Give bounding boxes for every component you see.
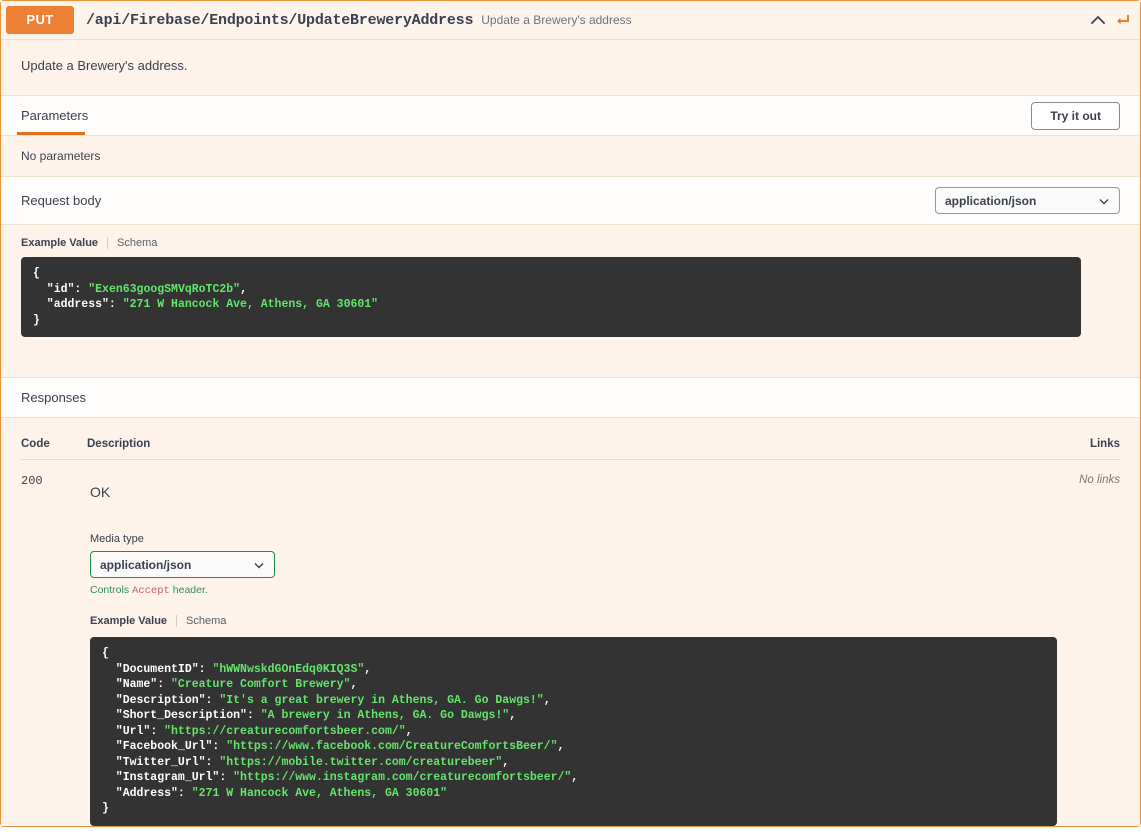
media-type-label: Media type <box>90 533 1060 545</box>
opblock-controls <box>1090 12 1130 28</box>
response-example-tabs: Example Value Schema <box>90 615 1060 627</box>
try-it-out-button[interactable]: Try it out <box>1031 102 1120 130</box>
tab-schema[interactable]: Schema <box>177 615 226 627</box>
accept-code: Accept <box>132 585 170 597</box>
column-header-links: Links <box>1060 438 1120 450</box>
parameters-tab-label[interactable]: Parameters <box>21 108 88 123</box>
opblock-summary[interactable]: PUT /api/Firebase/Endpoints/UpdateBrewer… <box>1 1 1140 40</box>
opblock-put-updatebreweryaddress: PUT /api/Firebase/Endpoints/UpdateBrewer… <box>0 0 1141 827</box>
accept-header-note: Controls Accept header. <box>90 584 1060 597</box>
endpoint-summary: Update a Brewery's address <box>481 13 1090 27</box>
request-body-label: Request body <box>21 193 101 208</box>
deep-link-arrow-icon[interactable] <box>1114 12 1130 28</box>
table-row: 200 OK Media type application/json Contr… <box>21 460 1120 826</box>
chevron-up-icon[interactable] <box>1090 12 1106 28</box>
response-description-text: OK <box>90 484 1060 500</box>
request-example-tabs: Example Value Schema <box>21 237 1120 249</box>
controls-suffix: header. <box>173 584 208 596</box>
request-body-example-section: Example Value Schema { "id": "Exen63goog… <box>1 225 1140 377</box>
response-description-cell: OK Media type application/json Controls … <box>87 474 1060 826</box>
responses-table-header: Code Description Links <box>21 418 1120 460</box>
tab-schema[interactable]: Schema <box>108 237 157 249</box>
column-header-code: Code <box>21 438 87 450</box>
response-media-type-select[interactable]: application/json <box>90 551 275 578</box>
endpoint-path: /api/Firebase/Endpoints/UpdateBreweryAdd… <box>86 12 473 29</box>
request-body-header: Request body application/json <box>1 177 1140 225</box>
parameters-header: Parameters Try it out <box>1 95 1140 136</box>
response-example-code: { "DocumentID": "hWWNwskdGOnEdq0KIQ3S", … <box>90 637 1057 826</box>
column-header-description: Description <box>87 438 1060 450</box>
tab-example-value[interactable]: Example Value <box>21 237 108 249</box>
response-media-type-value: application/json <box>100 558 191 572</box>
request-content-type-select[interactable]: application/json <box>935 187 1120 214</box>
swagger-operation-page: PUT /api/Firebase/Endpoints/UpdateBrewer… <box>0 0 1141 832</box>
responses-table: Code Description Links 200 OK Media type… <box>1 418 1140 826</box>
request-example-code: { "id": "Exen63googSMVqRoTC2b", "address… <box>21 257 1081 337</box>
chevron-down-icon <box>1098 195 1110 207</box>
controls-prefix: Controls <box>90 584 129 596</box>
responses-title: Responses <box>21 390 86 405</box>
request-content-type-value: application/json <box>945 194 1036 208</box>
tab-example-value[interactable]: Example Value <box>90 615 177 627</box>
parameters-tab-underline <box>17 132 85 135</box>
opblock-body: Update a Brewery's address. Parameters T… <box>1 40 1140 826</box>
response-links-text: No links <box>1060 474 1120 826</box>
operation-description: Update a Brewery's address. <box>1 40 1140 95</box>
responses-header: Responses <box>1 377 1140 418</box>
chevron-down-icon <box>253 559 265 571</box>
http-method-badge: PUT <box>6 6 74 34</box>
request-example-code-wrapper: { "id": "Exen63googSMVqRoTC2b", "address… <box>21 257 1081 337</box>
response-status-code: 200 <box>21 474 87 826</box>
no-parameters-text: No parameters <box>1 136 1140 177</box>
response-example-code-wrapper: { "DocumentID": "hWWNwskdGOnEdq0KIQ3S", … <box>90 637 1057 826</box>
